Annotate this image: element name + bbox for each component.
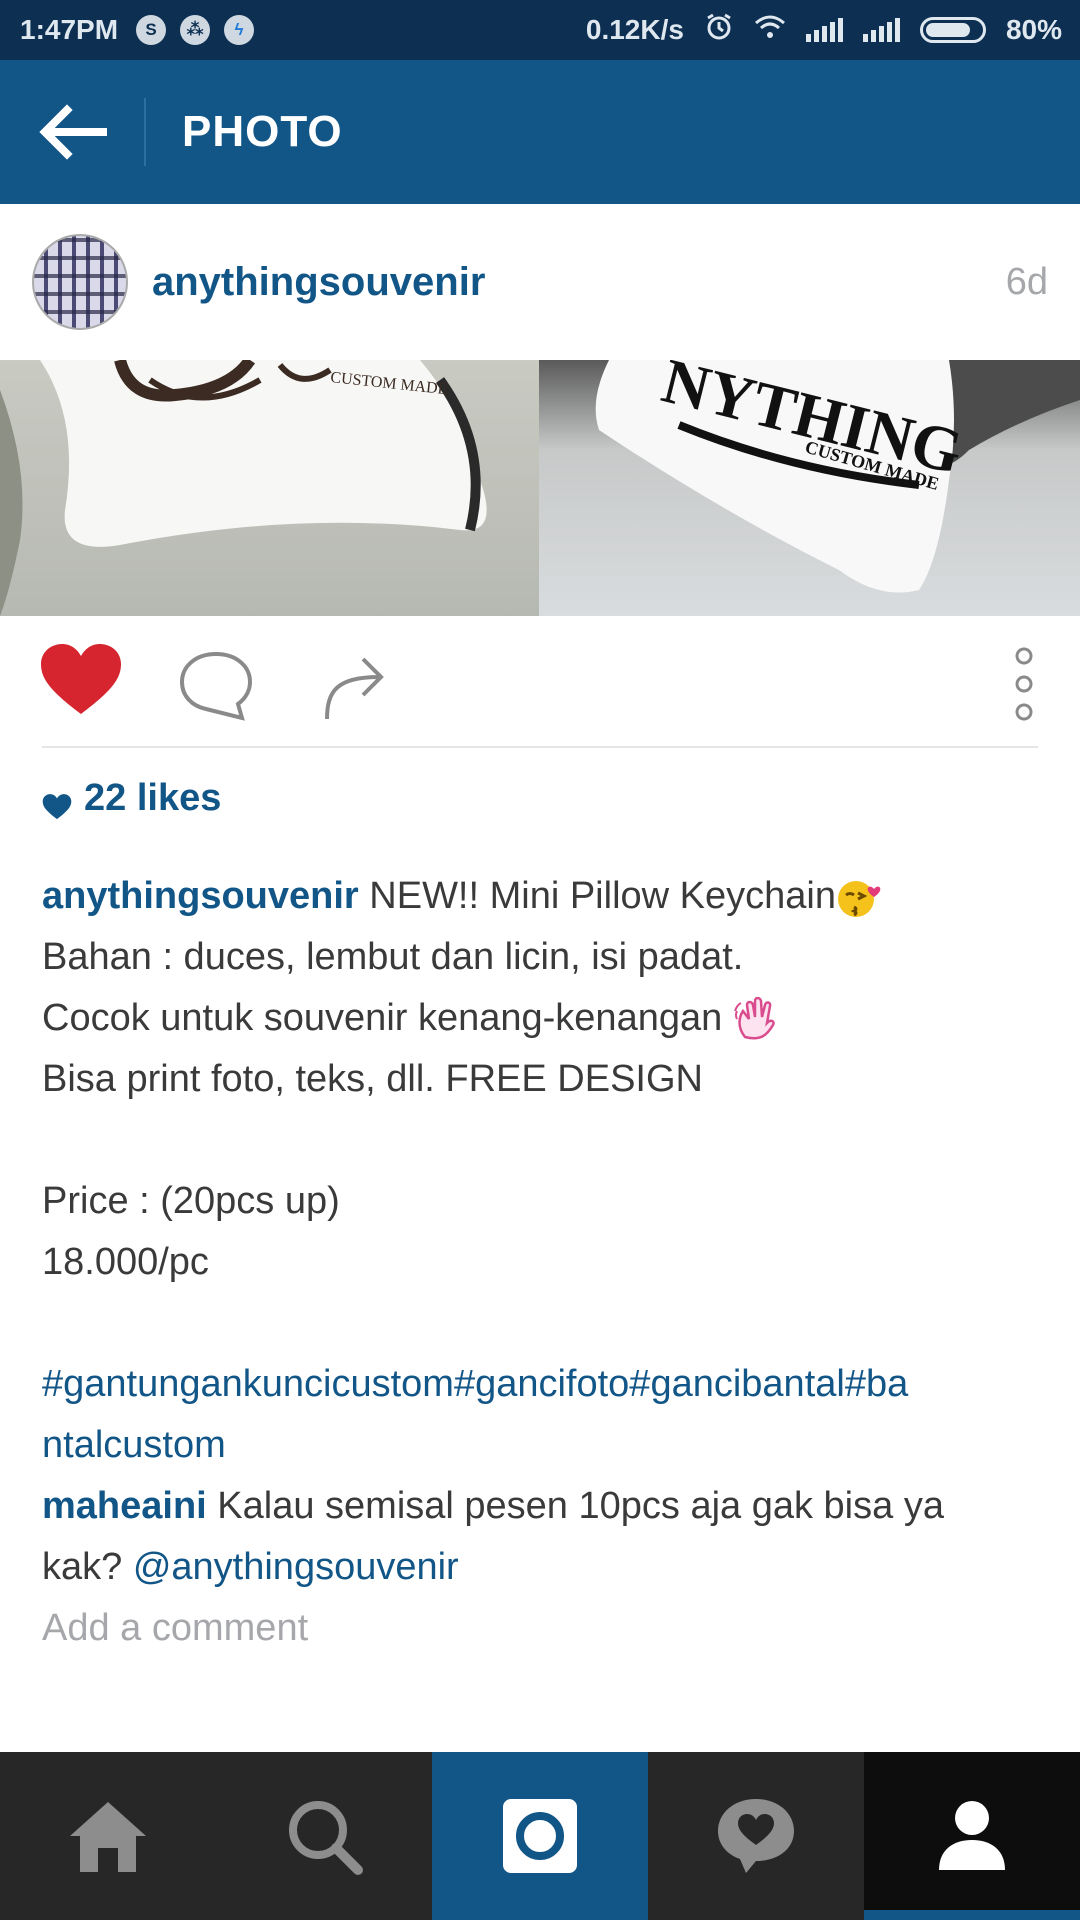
comment-icon xyxy=(179,651,253,721)
caption-line-4: Bisa print foto, teks, dll. FREE DESIGN xyxy=(42,1058,703,1100)
like-button[interactable] xyxy=(38,640,124,720)
post-username[interactable]: anythingsouvenir xyxy=(152,260,485,305)
nav-home[interactable] xyxy=(0,1752,216,1920)
battery-icon xyxy=(919,17,986,43)
comment-username[interactable]: maheaini xyxy=(42,1485,207,1527)
alarm-icon xyxy=(704,12,734,49)
activity-icon xyxy=(718,1799,794,1873)
comment-button[interactable] xyxy=(176,646,256,726)
back-button[interactable] xyxy=(0,60,144,204)
nav-activity[interactable] xyxy=(648,1752,864,1920)
actions-divider xyxy=(42,746,1038,748)
caption-line-6: 18.000/pc xyxy=(42,1241,209,1283)
caption-hashtags-line-2[interactable]: ntalcustom xyxy=(42,1415,1042,1476)
caption-line-2: Bahan : duces, lembut dan licin, isi pad… xyxy=(42,936,744,978)
camera-icon xyxy=(503,1799,577,1873)
app-bar-divider xyxy=(144,98,146,166)
network-speed: 0.12K/s xyxy=(585,14,684,45)
bottom-nav xyxy=(0,1752,1080,1920)
share-arrow-icon xyxy=(325,657,384,720)
post-photo[interactable]: CUSTOM MADE NYTHING CUSTOM MADE xyxy=(0,360,1080,616)
likes-label: 22 likes xyxy=(84,776,222,819)
caption: anythingsouvenir NEW!! Mini Pillow Keych… xyxy=(42,866,1042,1659)
app-bar: PHOTO xyxy=(0,60,1080,204)
comment-text-1: Kalau semisal pesen 10pcs aja gak bisa y… xyxy=(217,1485,944,1527)
kiss-emoji-icon xyxy=(837,880,881,917)
bbm-icon: ⁂ xyxy=(180,15,211,45)
comment-text-2: kak? xyxy=(42,1546,133,1588)
photo-left-pillow: CUSTOM MADE xyxy=(0,360,539,616)
skype-icon: S xyxy=(136,15,167,45)
caption-username[interactable]: anythingsouvenir xyxy=(42,875,359,917)
nav-camera[interactable] xyxy=(432,1752,648,1920)
post-time: 6d xyxy=(1005,260,1048,303)
back-arrow-icon xyxy=(39,104,107,160)
caption-line-3: Cocok untuk souvenir kenang-kenangan xyxy=(42,997,733,1039)
signal-icon xyxy=(805,18,843,42)
share-button[interactable] xyxy=(318,646,390,726)
more-options-button[interactable] xyxy=(1006,642,1042,726)
profile-icon xyxy=(939,1801,1005,1870)
avatar[interactable] xyxy=(32,234,128,330)
caption-hashtags-line-1[interactable]: #gantungankuncicustom#gancifoto#ganciban… xyxy=(42,1354,1042,1415)
status-time: 1:47PM xyxy=(20,14,119,45)
messenger-icon: ϟ xyxy=(224,15,255,45)
comment-item: maheaini Kalau semisal pesen 10pcs aja g… xyxy=(42,1476,1042,1537)
status-bar: 1:47PM S ⁂ ϟ 0.12K/s 80% xyxy=(0,0,1080,60)
search-icon xyxy=(289,1801,363,1875)
nav-profile[interactable] xyxy=(864,1752,1080,1920)
post-actions xyxy=(0,616,1080,746)
caption-line-5: Price : (20pcs up) xyxy=(42,1180,340,1222)
wifi-icon xyxy=(754,14,786,47)
small-heart-icon xyxy=(42,794,72,820)
add-comment-link[interactable]: Add a comment xyxy=(42,1598,1042,1659)
battery-percent: 80% xyxy=(1005,14,1062,45)
heart-icon xyxy=(41,644,121,714)
more-vertical-icon xyxy=(1015,647,1033,721)
post-header: anythingsouvenir 6d xyxy=(0,204,1080,360)
signal-icon xyxy=(862,18,900,42)
caption-line-1: NEW!! Mini Pillow Keychain xyxy=(369,875,836,917)
likes-count[interactable]: 22 likes xyxy=(42,776,221,820)
home-icon xyxy=(70,1802,146,1872)
comment-mention[interactable]: @anythingsouvenir xyxy=(133,1546,459,1588)
nav-search[interactable] xyxy=(216,1752,432,1920)
photo-right-pillow: NYTHING CUSTOM MADE xyxy=(539,360,1080,616)
waving-hand-icon xyxy=(733,996,775,1040)
page-title: PHOTO xyxy=(182,107,343,156)
